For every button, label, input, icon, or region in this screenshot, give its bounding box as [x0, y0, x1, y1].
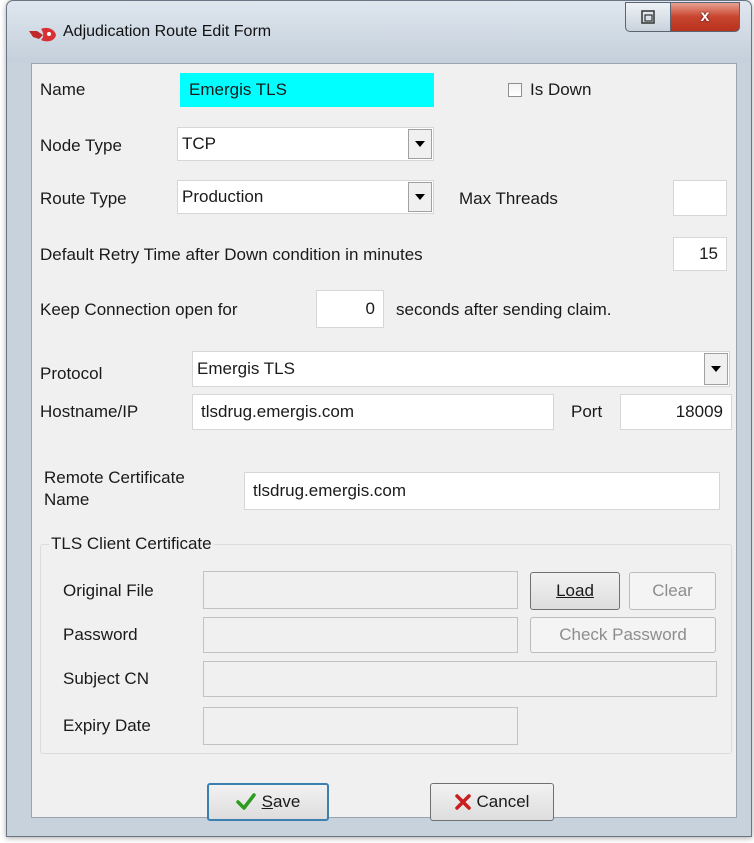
node-type-label: Node Type [40, 136, 122, 155]
close-button[interactable]: x [670, 2, 740, 32]
form-body: Name Emergis TLS Is Down Node Type TCP R… [31, 63, 737, 821]
save-button-label: Save [261, 792, 301, 811]
subject-cn-label: Subject CN [63, 669, 149, 688]
max-threads-input[interactable] [673, 180, 727, 216]
clear-button-label: Clear [652, 581, 693, 600]
x-icon [454, 794, 471, 810]
tls-group-title: TLS Client Certificate [49, 534, 214, 554]
cancel-button[interactable]: Cancel [430, 783, 554, 821]
remote-cert-label: Remote Certificate Name [44, 467, 185, 511]
expiry-date-label: Expiry Date [63, 716, 151, 735]
close-icon: x [700, 8, 710, 25]
remote-cert-input[interactable]: tlsdrug.emergis.com [244, 472, 720, 510]
app-icon [29, 27, 56, 42]
route-type-select[interactable]: Production [177, 180, 434, 214]
restore-icon [641, 10, 655, 24]
cancel-button-label: Cancel [476, 792, 530, 811]
original-file-label: Original File [63, 581, 154, 600]
remote-cert-label-line2: Name [44, 490, 90, 509]
keep-connection-input[interactable]: 0 [316, 290, 384, 328]
check-password-label: Check Password [559, 625, 687, 644]
subject-cn-input[interactable] [203, 661, 717, 697]
restore-button[interactable] [625, 2, 671, 32]
chevron-down-icon[interactable] [408, 129, 432, 159]
window-title: Adjudication Route Edit Form [63, 23, 272, 40]
route-type-label: Route Type [40, 189, 127, 208]
name-input[interactable]: Emergis TLS [180, 73, 434, 107]
protocol-select[interactable]: Emergis TLS [192, 351, 730, 387]
keep-connection-label: Keep Connection open for [40, 300, 238, 319]
expiry-date-input[interactable] [203, 707, 518, 745]
retry-time-input[interactable]: 15 [673, 237, 727, 271]
protocol-label: Protocol [40, 364, 103, 383]
load-button-label: Load [556, 581, 594, 600]
node-type-select[interactable]: TCP [177, 127, 434, 161]
save-button[interactable]: Save [207, 783, 329, 821]
check-password-button[interactable]: Check Password [530, 617, 716, 653]
chevron-down-icon[interactable] [704, 353, 728, 385]
dialog-window: Adjudication Route Edit Form x Name Emer… [6, 0, 752, 837]
is-down-checkbox[interactable] [508, 83, 522, 97]
port-input[interactable]: 18009 [620, 394, 732, 430]
password-input[interactable] [203, 617, 518, 653]
checkmark-icon [235, 793, 256, 810]
original-file-input[interactable] [203, 571, 518, 609]
name-label: Name [40, 80, 86, 99]
chevron-down-icon[interactable] [408, 182, 432, 212]
tls-client-certificate-group: TLS Client Certificate Original File Loa… [40, 534, 732, 754]
retry-time-label: Default Retry Time after Down condition … [40, 245, 423, 264]
max-threads-label: Max Threads [459, 189, 558, 208]
keep-connection-suffix: seconds after sending claim. [396, 300, 612, 319]
clear-button[interactable]: Clear [629, 572, 716, 610]
hostname-input[interactable]: tlsdrug.emergis.com [192, 394, 554, 430]
protocol-value: Emergis TLS [197, 359, 295, 378]
remote-cert-label-line1: Remote Certificate [44, 468, 185, 487]
password-label: Password [63, 625, 138, 644]
route-type-value: Production [182, 187, 264, 206]
load-button[interactable]: Load [530, 572, 620, 610]
is-down-label: Is Down [530, 80, 592, 99]
node-type-value: TCP [182, 134, 216, 153]
hostname-label: Hostname/IP [40, 402, 139, 421]
port-label: Port [571, 402, 603, 421]
title-bar[interactable]: Adjudication Route Edit Form x [7, 1, 751, 63]
